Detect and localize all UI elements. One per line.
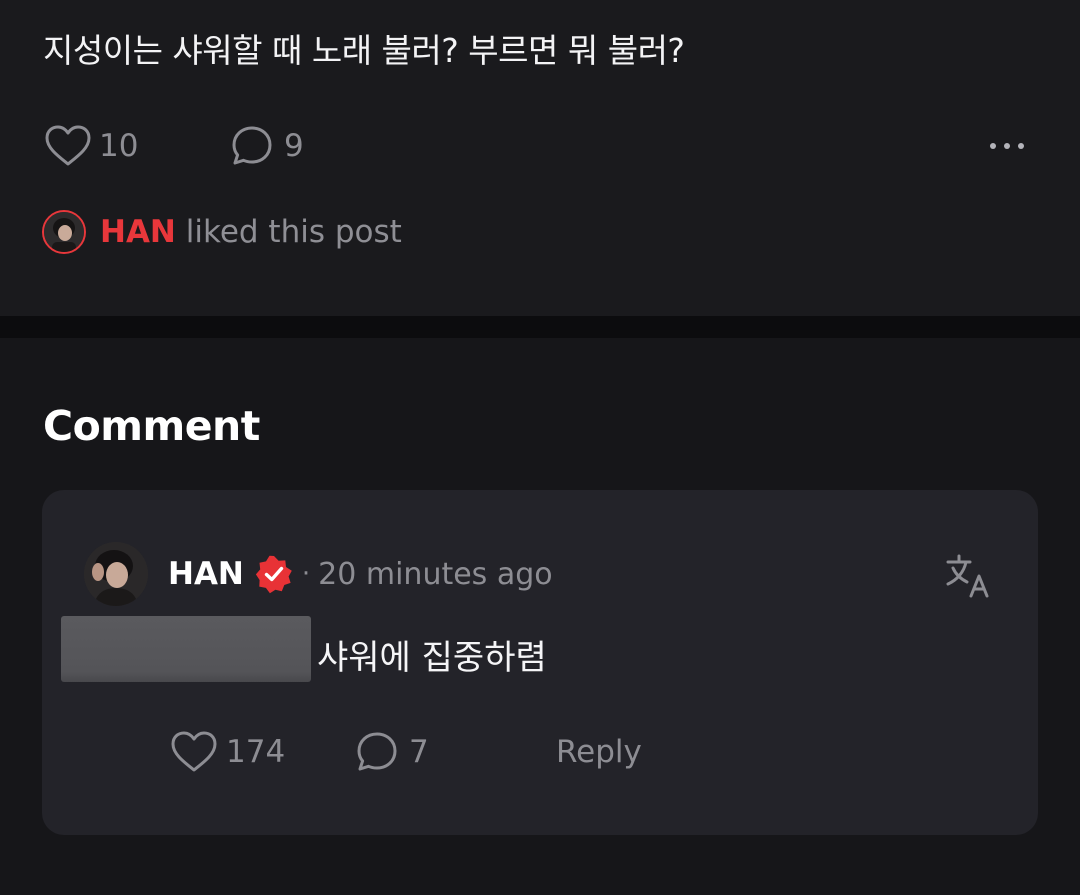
- comment-bubble-icon: [232, 126, 272, 165]
- more-options-button[interactable]: [982, 134, 1032, 158]
- avatar-image: [84, 542, 148, 606]
- comments-title: Comment: [43, 402, 260, 450]
- header-separator: ·: [301, 559, 311, 589]
- comment-header: HAN · 20 minutes ago: [168, 552, 553, 596]
- reply-button[interactable]: Reply: [556, 734, 642, 770]
- liked-by-row: HAN liked this post: [42, 208, 402, 256]
- avatar[interactable]: [84, 542, 148, 606]
- comment-card: HAN · 20 minutes ago 샤워에 집중하렴 174 7 Repl…: [42, 490, 1038, 835]
- liked-by-suffix: liked this post: [185, 214, 402, 250]
- post-text: 지성이는 샤워할 때 노래 불러? 부르면 뭐 불러?: [43, 31, 685, 70]
- post-comment-count: 9: [284, 128, 304, 164]
- liked-by-avatar[interactable]: [42, 210, 86, 254]
- comments-section: Comment HAN · 20 minutes ago 샤워에 집중하렴 17…: [0, 338, 1080, 895]
- post-comment-button[interactable]: 9: [230, 124, 304, 168]
- post-like-button[interactable]: 10: [44, 124, 138, 168]
- more-dot: [1004, 143, 1010, 149]
- translate-button[interactable]: [944, 552, 992, 600]
- comment-bubble-icon: [357, 732, 397, 771]
- more-dots-icon: [990, 143, 996, 149]
- comment-body: 샤워에 집중하렴: [317, 638, 547, 678]
- heart-icon: [45, 125, 91, 166]
- app-screen: 지성이는 샤워할 때 노래 불러? 부르면 뭐 불러? 10 9 HAN lik…: [0, 0, 1080, 895]
- comment-author[interactable]: HAN: [168, 556, 244, 592]
- translate-icon: [946, 554, 989, 598]
- post-like-count: 10: [99, 128, 139, 164]
- avatar-image: [44, 212, 84, 252]
- comment-reply-count: 7: [409, 734, 429, 770]
- post: 지성이는 샤워할 때 노래 불러? 부르면 뭐 불러? 10 9 HAN lik…: [0, 0, 1080, 316]
- comment-replies-button[interactable]: 7: [355, 730, 429, 774]
- liked-by-name[interactable]: HAN: [100, 214, 176, 250]
- liked-by-text: HAN liked this post: [100, 214, 402, 250]
- section-divider: [0, 316, 1080, 338]
- comment-like-button[interactable]: 174: [170, 730, 285, 774]
- verified-badge-icon: [255, 555, 292, 594]
- redacted-mention: [61, 616, 311, 682]
- comment-timestamp: 20 minutes ago: [318, 556, 553, 592]
- comment-like-count: 174: [226, 734, 286, 770]
- heart-icon: [171, 731, 217, 772]
- more-dot: [1018, 143, 1024, 149]
